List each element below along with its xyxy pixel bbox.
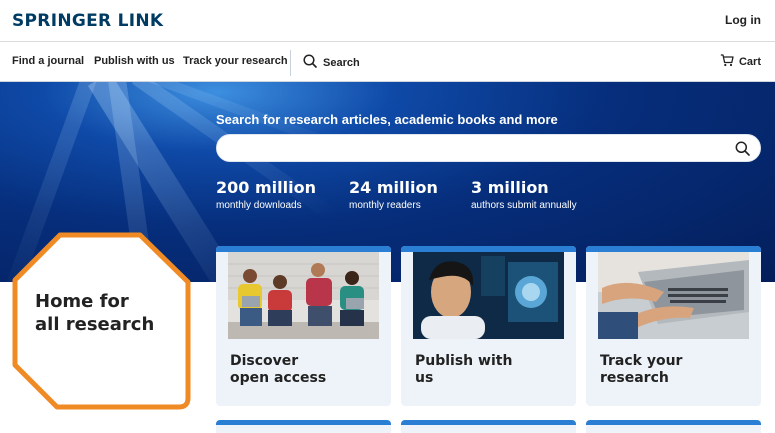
search-icon[interactable] <box>735 141 750 161</box>
stat-downloads: 200 million monthly downloads <box>216 178 316 211</box>
researcher-photo <box>413 252 564 339</box>
stat-authors: 3 million authors submit annually <box>471 178 577 211</box>
nav-publish-with-us[interactable]: Publish with us <box>94 55 175 67</box>
stat-value: 3 million <box>471 178 549 197</box>
card-title-line: Track your <box>600 353 683 369</box>
badge-line: all research <box>35 314 155 335</box>
card-title-line: Publish with <box>415 353 513 369</box>
nav-search-label: Search <box>323 56 360 69</box>
hero-search-input[interactable] <box>216 134 761 162</box>
cart-button[interactable]: Cart <box>720 54 761 70</box>
nav-divider <box>290 50 291 76</box>
card-title-line: open access <box>230 370 327 386</box>
stat-label: authors submit annually <box>471 200 577 211</box>
card-discover-open-access[interactable]: Discover open access <box>216 246 391 406</box>
nav-find-a-journal[interactable]: Find a journal <box>12 55 84 67</box>
stat-value: 200 million <box>216 178 316 197</box>
nav-track-your-research[interactable]: Track your research <box>183 55 288 67</box>
card-accent-bar <box>216 420 391 425</box>
card-track-your-research[interactable]: Track your research <box>586 246 761 406</box>
main-nav: Find a journal Publish with us Track you… <box>0 43 775 82</box>
card-title: Discover open access <box>230 353 380 387</box>
stat-label: monthly readers <box>349 200 421 211</box>
hero-search-heading: Search for research articles, academic b… <box>216 112 558 127</box>
card-title-line: us <box>415 370 434 386</box>
springer-link-logo[interactable]: SPRINGER LINK <box>12 11 163 31</box>
card-publish-with-us[interactable]: Publish with us <box>401 246 576 406</box>
card-next-row[interactable] <box>586 420 761 433</box>
card-accent-bar <box>401 420 576 425</box>
stat-label: monthly downloads <box>216 200 302 211</box>
cart-label: Cart <box>738 56 761 68</box>
nav-search-button[interactable]: Search <box>303 54 360 71</box>
cart-icon <box>720 54 734 70</box>
badge-heading: Home for all research <box>35 290 154 336</box>
students-photo <box>228 252 379 339</box>
card-title: Track your research <box>600 353 750 387</box>
search-icon <box>303 54 317 71</box>
top-header: SPRINGER LINK Log in <box>0 0 775 42</box>
card-next-row[interactable] <box>401 420 576 433</box>
card-accent-bar <box>586 420 761 425</box>
stat-readers: 24 million monthly readers <box>349 178 438 211</box>
badge-line: Home for <box>35 291 129 312</box>
laptop-typing-photo <box>598 252 749 339</box>
card-next-row[interactable] <box>216 420 391 433</box>
login-link[interactable]: Log in <box>725 13 761 27</box>
card-title: Publish with us <box>415 353 565 387</box>
card-title-line: research <box>600 370 669 386</box>
card-title-line: Discover <box>230 353 299 369</box>
stat-value: 24 million <box>349 178 438 197</box>
